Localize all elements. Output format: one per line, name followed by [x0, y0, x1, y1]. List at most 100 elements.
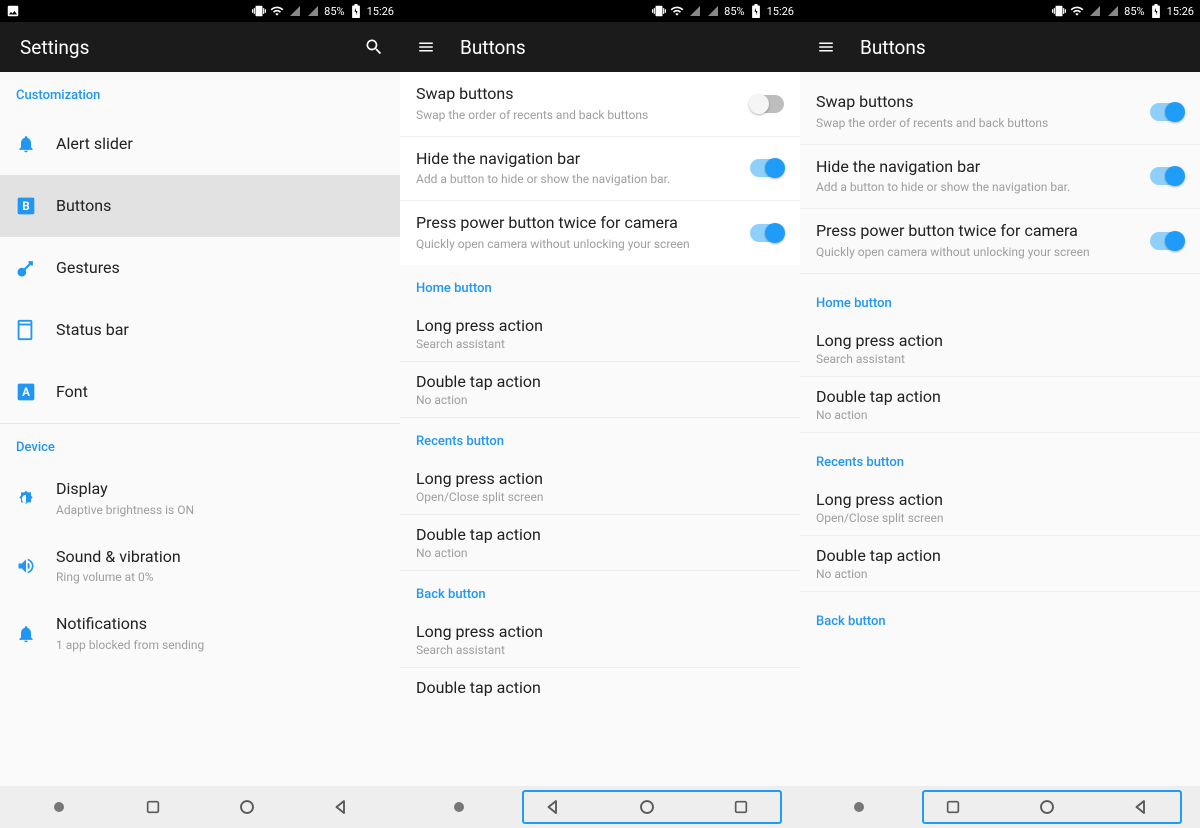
- app-bar: Settings: [0, 22, 400, 72]
- bell-icon: [16, 624, 56, 644]
- b-icon: B: [16, 196, 56, 216]
- status-bar: 85% 15:26: [400, 0, 800, 22]
- toggle-power-camera[interactable]: Press power button twice for camera Quic…: [800, 209, 1200, 274]
- switch[interactable]: [1150, 232, 1184, 250]
- gesture-icon: [16, 258, 56, 278]
- settings-list[interactable]: Customization Alert slider B Buttons Ges…: [0, 72, 400, 786]
- label: Status bar: [56, 320, 384, 341]
- section-recents-button: Recents button: [800, 433, 1200, 480]
- home-double-tap[interactable]: Double tap action No action: [400, 362, 800, 418]
- label: Sound & vibration: [56, 547, 384, 568]
- bell-icon: [16, 134, 56, 154]
- menu-icon[interactable]: [416, 37, 436, 57]
- page-title: Buttons: [860, 36, 926, 59]
- screen-buttons-swap-off: 85% 15:26 Buttons Swap buttons Swap the …: [400, 0, 800, 828]
- signal-icon-2: [706, 4, 720, 18]
- nav-toggle-icon[interactable]: [841, 789, 877, 825]
- buttons-settings[interactable]: Swap buttons Swap the order of recents a…: [400, 72, 800, 786]
- switch[interactable]: [750, 159, 784, 177]
- battery-icon: [349, 4, 363, 18]
- brightness-icon: [16, 489, 56, 509]
- label: Font: [56, 382, 384, 403]
- volume-icon: [16, 556, 56, 576]
- app-bar: Buttons: [400, 22, 800, 72]
- nav-back-icon[interactable]: [323, 789, 359, 825]
- battery-icon: [749, 4, 763, 18]
- toggle-power-camera[interactable]: Press power button twice for camera Quic…: [400, 201, 800, 265]
- battery-icon: [1149, 4, 1163, 18]
- statusbar-icon: [16, 319, 56, 341]
- navigation-bar: [400, 786, 800, 828]
- label: Display: [56, 479, 384, 500]
- screen-settings: 85% 15:26 Settings Customization Alert s…: [0, 0, 400, 828]
- recents-double-tap[interactable]: Double tap action No action: [800, 536, 1200, 592]
- home-long-press[interactable]: Long press action Search assistant: [400, 306, 800, 362]
- switch[interactable]: [750, 224, 784, 242]
- wifi-icon: [270, 4, 284, 18]
- row-alert-slider[interactable]: Alert slider: [0, 113, 400, 175]
- nav-recents-icon[interactable]: [135, 789, 171, 825]
- screen-buttons-swap-on: 85% 15:26 Buttons Swap buttons Swap the …: [800, 0, 1200, 828]
- label: Alert slider: [56, 134, 384, 155]
- wifi-icon: [670, 4, 684, 18]
- back-double-tap[interactable]: Double tap action: [400, 668, 800, 707]
- switch[interactable]: [1150, 167, 1184, 185]
- signal-icon: [688, 4, 702, 18]
- nav-highlight: [522, 790, 782, 824]
- image-icon: [6, 4, 20, 18]
- vibrate-icon: [252, 4, 266, 18]
- row-gestures[interactable]: Gestures: [0, 237, 400, 299]
- battery-percent: 85%: [724, 5, 744, 18]
- clock: 15:26: [1167, 5, 1194, 18]
- home-long-press[interactable]: Long press action Search assistant: [800, 321, 1200, 377]
- section-device: Device: [0, 424, 400, 465]
- status-bar: 85% 15:26: [0, 0, 400, 22]
- buttons-settings[interactable]: Swap buttons Swap the order of recents a…: [800, 72, 1200, 786]
- sub: 1 app blocked from sending: [56, 637, 384, 654]
- section-home-button: Home button: [800, 274, 1200, 321]
- clock: 15:26: [367, 5, 394, 18]
- row-status-bar[interactable]: Status bar: [0, 299, 400, 361]
- svg-text:A: A: [22, 385, 30, 399]
- row-display[interactable]: Display Adaptive brightness is ON: [0, 465, 400, 533]
- sub: Ring volume at 0%: [56, 569, 384, 586]
- section-home-button: Home button: [400, 265, 800, 306]
- row-buttons[interactable]: B Buttons: [0, 175, 400, 237]
- svg-text:B: B: [22, 199, 29, 213]
- recents-long-press[interactable]: Long press action Open/Close split scree…: [400, 459, 800, 515]
- recents-double-tap[interactable]: Double tap action No action: [400, 515, 800, 571]
- sub: Adaptive brightness is ON: [56, 502, 384, 519]
- battery-percent: 85%: [324, 5, 344, 18]
- switch[interactable]: [1150, 103, 1184, 121]
- toggle-swap-buttons[interactable]: Swap buttons Swap the order of recents a…: [400, 72, 800, 137]
- label: Gestures: [56, 258, 384, 279]
- signal-icon: [288, 4, 302, 18]
- nav-toggle-icon[interactable]: [441, 789, 477, 825]
- vibrate-icon: [1052, 4, 1066, 18]
- section-customization: Customization: [0, 72, 400, 113]
- nav-toggle-icon[interactable]: [41, 789, 77, 825]
- row-font[interactable]: A Font: [0, 361, 400, 423]
- switch[interactable]: [750, 95, 784, 113]
- nav-home-icon[interactable]: [229, 789, 265, 825]
- nav-highlight: [922, 790, 1182, 824]
- label: Buttons: [56, 196, 384, 217]
- wifi-icon: [1070, 4, 1084, 18]
- toggle-hide-navbar[interactable]: Hide the navigation bar Add a button to …: [400, 137, 800, 202]
- page-title: Buttons: [460, 36, 526, 59]
- signal-icon: [1088, 4, 1102, 18]
- back-long-press[interactable]: Long press action Search assistant: [400, 612, 800, 668]
- signal-icon-2: [1106, 4, 1120, 18]
- section-back-button: Back button: [800, 592, 1200, 639]
- status-bar: 85% 15:26: [800, 0, 1200, 22]
- menu-icon[interactable]: [816, 37, 836, 57]
- row-sound[interactable]: Sound & vibration Ring volume at 0%: [0, 533, 400, 601]
- recents-long-press[interactable]: Long press action Open/Close split scree…: [800, 480, 1200, 536]
- row-notifications[interactable]: Notifications 1 app blocked from sending: [0, 600, 400, 668]
- toggle-swap-buttons[interactable]: Swap buttons Swap the order of recents a…: [800, 80, 1200, 145]
- toggle-hide-navbar[interactable]: Hide the navigation bar Add a button to …: [800, 145, 1200, 210]
- vibrate-icon: [652, 4, 666, 18]
- home-double-tap[interactable]: Double tap action No action: [800, 377, 1200, 433]
- search-icon[interactable]: [364, 37, 384, 57]
- app-bar: Buttons: [800, 22, 1200, 72]
